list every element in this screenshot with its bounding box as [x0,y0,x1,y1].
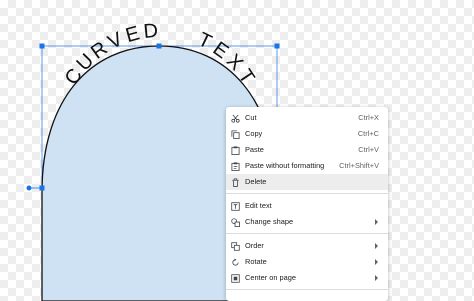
scissors-icon [231,114,240,123]
menu-item-cut[interactable]: Cut Ctrl+X [226,110,388,126]
curved-text-char: D [143,20,159,43]
paste-plain-icon [231,162,240,171]
resize-handle-top-right[interactable] [274,43,280,49]
menu-divider [226,193,388,194]
chevron-right-icon [375,275,378,281]
menu-item-label: Order [245,241,264,250]
menu-item-paste-without-formatting[interactable]: Paste without formatting Ctrl+Shift+V [226,158,388,174]
resize-handle-top-left[interactable] [39,43,45,49]
menu-item-rotate[interactable]: Rotate [226,254,388,270]
order-icon [231,242,240,251]
resize-handle-middle-left[interactable] [39,185,45,191]
menu-item-paste[interactable]: Paste Ctrl+V [226,142,388,158]
menu-item-center-on-page[interactable]: Center on page [226,270,388,286]
menu-item-label: Delete [245,177,267,186]
text-box-icon [231,202,240,211]
menu-divider [226,289,388,290]
menu-item-change-shape[interactable]: Change shape [226,214,388,230]
menu-item-label: Paste [245,145,264,154]
chevron-right-icon [375,219,378,225]
menu-item-copy[interactable]: Copy Ctrl+C [226,126,388,142]
menu-item-label: Edit text [245,201,272,210]
menu-item-label: Rotate [245,257,267,266]
menu-item-shortcut: Ctrl+C [357,129,379,138]
menu-item-shortcut: Ctrl+X [358,113,379,122]
menu-item-order[interactable]: Order [226,238,388,254]
menu-item-shortcut: Ctrl+Shift+V [339,161,379,170]
rotate-handle[interactable] [26,185,32,191]
menu-item-label: Cut [245,113,257,122]
center-icon [231,274,240,283]
copy-icon [231,130,240,139]
menu-divider [226,233,388,234]
curved-text-char: E [123,22,142,47]
menu-item-label: Paste without formatting [245,161,325,170]
resize-handle-top-center[interactable] [156,43,162,49]
menu-item-edit-text[interactable]: Edit text [226,198,388,214]
menu-item-label: Copy [245,129,263,138]
trash-icon [232,178,239,187]
context-menu: Cut Ctrl+X Copy Ctrl+C Paste Ctrl+V Past… [226,107,388,301]
menu-item-label: Center on page [245,273,296,282]
menu-item-label: Change shape [245,217,294,226]
shapes-icon [231,218,240,227]
chevron-right-icon [375,243,378,249]
rotate-icon [232,258,239,266]
menu-item-delete[interactable]: Delete [226,174,388,190]
chevron-right-icon [375,259,378,265]
paste-icon [231,146,240,155]
menu-item-shortcut: Ctrl+V [358,145,379,154]
